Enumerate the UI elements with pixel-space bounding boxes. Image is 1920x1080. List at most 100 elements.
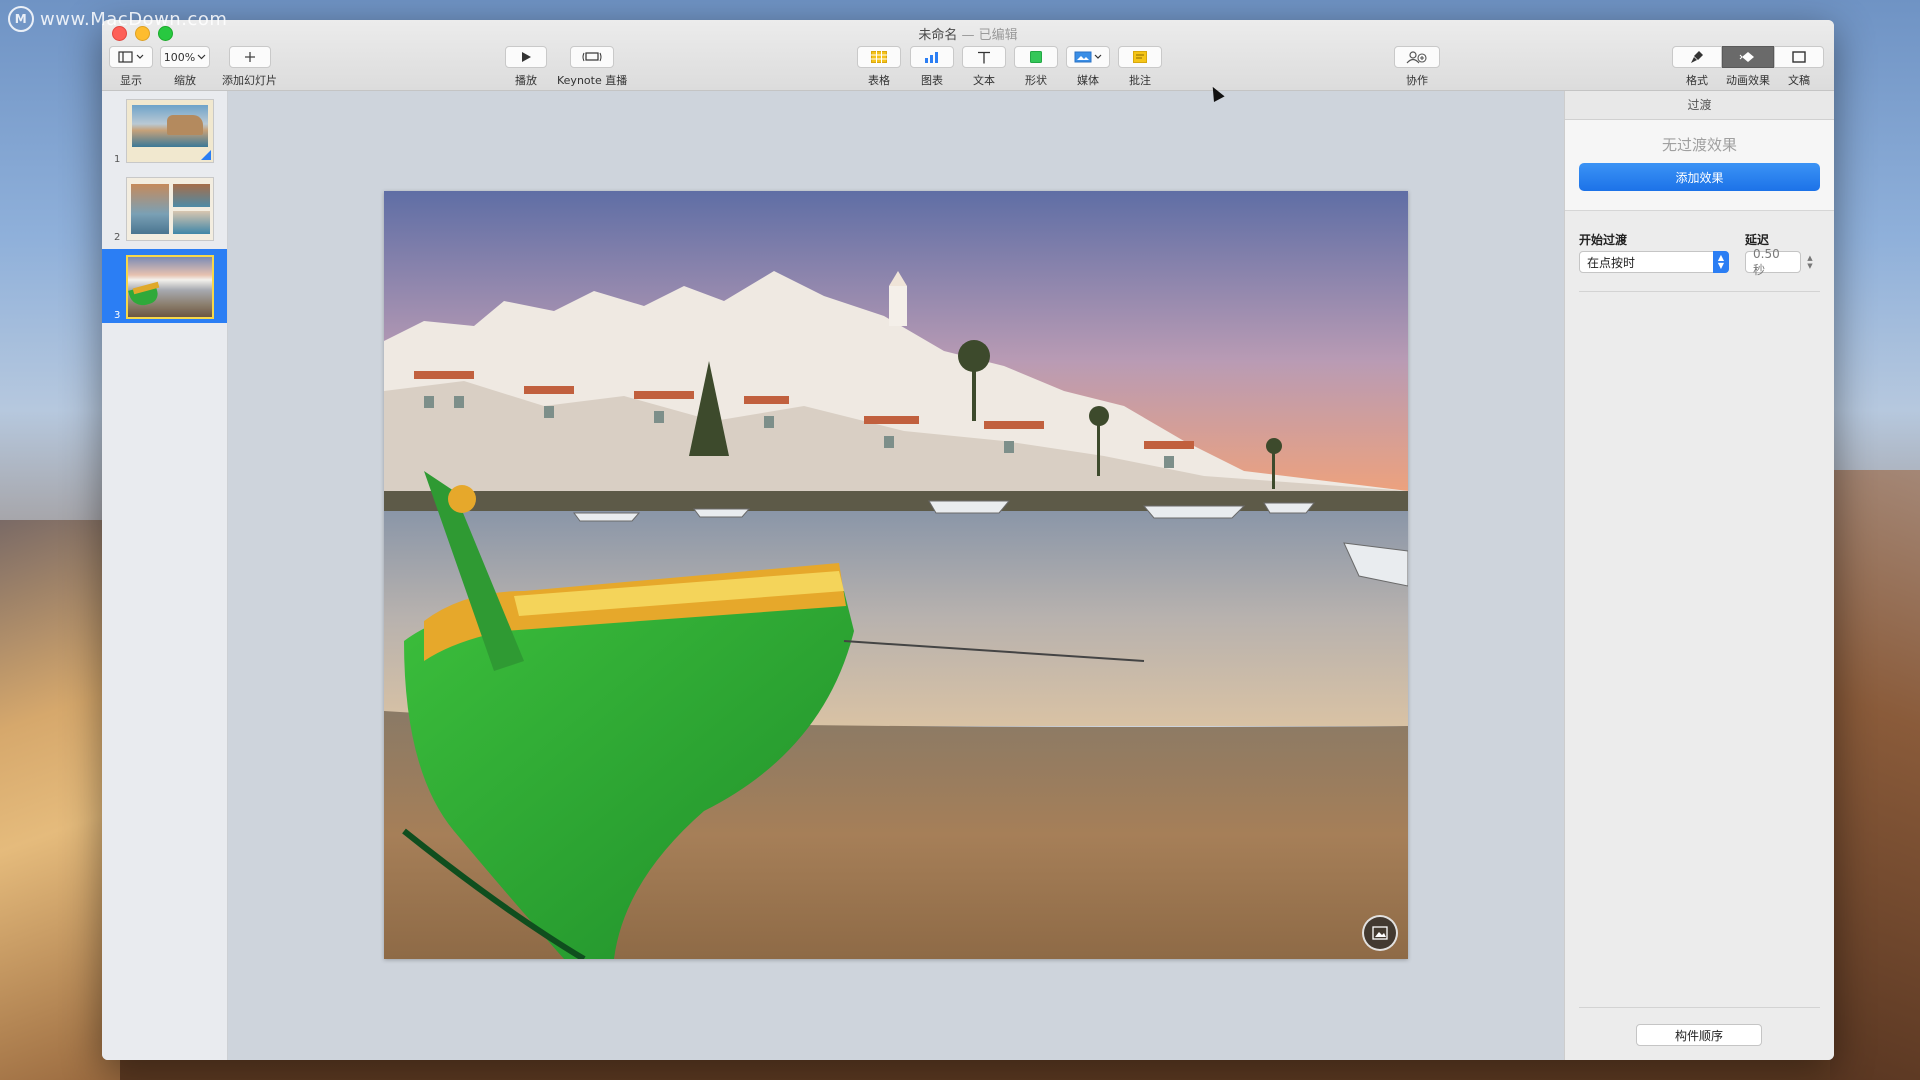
comment-button[interactable] <box>1118 46 1162 68</box>
chart-label: 图表 <box>921 74 943 87</box>
animate-button[interactable] <box>1722 46 1774 68</box>
desktop-dune-right <box>1830 470 1920 1080</box>
shape-control: 形状 <box>1014 46 1058 88</box>
comment-control: 批注 <box>1118 46 1162 88</box>
chart-icon <box>925 52 938 63</box>
divider <box>1579 291 1820 292</box>
collaborate-icon <box>1406 51 1427 64</box>
chart-button[interactable] <box>910 46 954 68</box>
collaborate-button[interactable] <box>1394 46 1440 68</box>
slide-canvas[interactable] <box>228 91 1665 1060</box>
watermark: M www.MacDown.com <box>8 6 227 32</box>
divider <box>1579 1007 1820 1008</box>
plus-icon <box>244 52 255 62</box>
collaborate-label: 协作 <box>1406 74 1428 87</box>
delay-label: 延迟 <box>1745 233 1770 247</box>
shape-icon <box>1030 51 1042 63</box>
view-control: 显示 <box>109 46 153 88</box>
comment-icon <box>1133 51 1147 63</box>
title-separator: — <box>957 28 979 43</box>
media-label: 媒体 <box>1077 74 1099 87</box>
text-label: 文本 <box>973 74 995 87</box>
play-button[interactable] <box>505 46 547 68</box>
format-label: 格式 <box>1686 74 1708 87</box>
table-icon <box>871 51 887 63</box>
paintbrush-icon <box>1691 51 1703 63</box>
animate-label: 动画效果 <box>1726 74 1770 87</box>
media-control: 媒体 <box>1066 46 1110 88</box>
collaborate-control: 协作 <box>1394 46 1440 88</box>
document-icon <box>1792 51 1806 63</box>
media-button[interactable] <box>1066 46 1110 68</box>
slide-thumbnail-1[interactable]: 1 <box>102 93 227 167</box>
document-name: 未命名 <box>918 28 958 43</box>
keynote-live-control: Keynote 直播 <box>557 46 627 88</box>
shape-label: 形状 <box>1025 74 1047 87</box>
delay-value: 0.50 秒 <box>1753 246 1780 277</box>
watermark-logo-icon: M <box>8 6 34 32</box>
keynote-live-button[interactable] <box>570 46 615 68</box>
zoom-select[interactable]: 100% <box>160 46 210 68</box>
slide-number: 3 <box>114 310 121 321</box>
document-control: 文稿 <box>1774 46 1824 88</box>
add-slide-label: 添加幻灯片 <box>222 74 277 87</box>
transition-effect-panel: 无过渡效果 添加效果 <box>1565 120 1834 211</box>
zoom-label: 缩放 <box>174 74 196 87</box>
transition-inspector: 过渡 无过渡效果 添加效果 开始过渡 延迟 在点按时 ▲ ▼ 0.50 秒 ▲ ▼ … <box>1564 91 1834 1060</box>
replace-image-button[interactable] <box>1362 915 1398 951</box>
sidebar-view-icon <box>118 51 144 63</box>
image-icon <box>1372 926 1388 940</box>
delay-field[interactable]: 0.50 秒 <box>1745 247 1801 277</box>
slide-thumbnail-2[interactable]: 2 <box>102 171 227 245</box>
slide-corner-icon <box>201 150 211 160</box>
slide-number: 1 <box>114 154 121 165</box>
slide-photo[interactable] <box>384 191 1408 959</box>
current-slide[interactable] <box>384 191 1408 959</box>
document-button[interactable] <box>1774 46 1824 68</box>
add-effect-button[interactable]: 添加效果 <box>1579 163 1820 191</box>
updown-chevron-icon: ▲ ▼ <box>1713 251 1729 273</box>
start-transition-label: 开始过渡 <box>1579 233 1628 247</box>
chevron-down-icon <box>197 54 206 60</box>
chart-control: 图表 <box>910 46 954 88</box>
slide-number: 2 <box>114 232 121 243</box>
delay-stepper-icon[interactable]: ▲ ▼ <box>1805 252 1815 272</box>
document-label: 文稿 <box>1788 74 1810 87</box>
view-label: 显示 <box>120 74 142 87</box>
add-slide-button[interactable] <box>228 46 271 68</box>
text-button[interactable] <box>962 46 1006 68</box>
keynote-live-icon <box>582 52 602 62</box>
play-control: 播放 <box>505 46 547 88</box>
window-title: 未命名 — 已编辑 <box>102 24 1834 43</box>
document-status: 已编辑 <box>978 28 1018 43</box>
table-label: 表格 <box>868 74 890 87</box>
play-icon <box>522 52 531 62</box>
table-control: 表格 <box>857 46 901 88</box>
no-transition-text: 无过渡效果 <box>1661 136 1737 154</box>
keynote-live-label: Keynote 直播 <box>557 74 628 87</box>
text-control: 文本 <box>962 46 1006 88</box>
zoom-value: 100% <box>163 50 196 64</box>
slide-1-preview <box>126 99 214 163</box>
slide-2-preview <box>126 177 214 241</box>
format-button[interactable] <box>1672 46 1722 68</box>
shape-button[interactable] <box>1014 46 1058 68</box>
keynote-window: 未命名 — 已编辑 显示 100% 缩放 添加幻灯片 播放 Keynote 直播… <box>102 20 1834 1060</box>
format-control: 格式 <box>1672 46 1722 88</box>
slide-thumbnail-3[interactable]: 3 <box>102 249 227 323</box>
media-icon <box>1074 51 1102 63</box>
titlebar: 未命名 — 已编辑 显示 100% 缩放 添加幻灯片 播放 Keynote 直播… <box>102 20 1834 91</box>
start-transition-select[interactable]: 在点按时 ▲ ▼ <box>1579 251 1729 273</box>
comment-label: 批注 <box>1129 74 1151 87</box>
inspector-tab-transition[interactable]: 过渡 <box>1565 91 1834 120</box>
play-label: 播放 <box>515 74 537 87</box>
table-button[interactable] <box>857 46 901 68</box>
slide-navigator: 1 2 3 <box>102 91 228 1060</box>
build-order-button[interactable]: 构件顺序 <box>1636 1024 1762 1046</box>
start-transition-value: 在点按时 <box>1587 255 1636 270</box>
add-slide-control: 添加幻灯片 <box>222 46 277 88</box>
zoom-control: 100% 缩放 <box>160 46 210 88</box>
slide-3-preview <box>126 255 214 319</box>
animate-diamond-icon <box>1739 52 1754 62</box>
view-button[interactable] <box>109 46 153 68</box>
